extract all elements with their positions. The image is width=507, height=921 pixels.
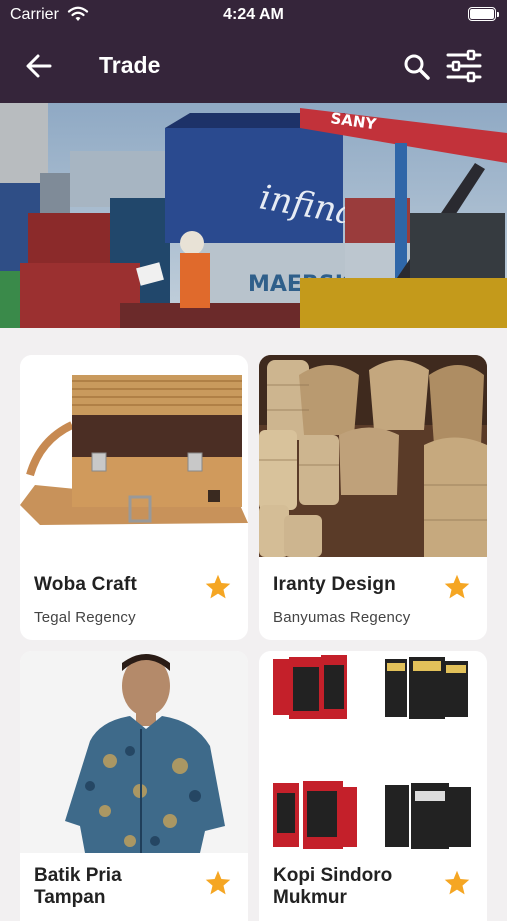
card-title: Woba Craft	[34, 574, 137, 595]
clock: 4:24 AM	[223, 6, 284, 23]
product-card-batik-pria-tampan[interactable]: Batik Pria Tampan	[20, 651, 248, 921]
product-image-batik-shirt	[20, 651, 248, 853]
status-bar: Carrier 4:24 AM	[0, 0, 507, 30]
star-icon[interactable]	[443, 869, 471, 897]
star-icon[interactable]	[443, 573, 471, 601]
product-image-bamboo-baskets	[259, 355, 487, 557]
app-header: Carrier 4:24 AM Trade	[0, 0, 507, 103]
star-icon[interactable]	[204, 573, 232, 601]
product-card-kopi-sindoro-mukmur[interactable]: Kopi Sindoro Mukmur	[259, 651, 487, 921]
hero-banner-image: infinay MAERSK SANY	[0, 103, 507, 328]
product-card-woba-craft[interactable]: Woba Craft Tegal Regency	[20, 355, 248, 640]
card-title: Iranty Design	[273, 574, 396, 595]
card-title: Batik Pria Tampan	[34, 865, 122, 908]
page-title: Trade	[99, 52, 161, 78]
product-card-iranty-design[interactable]: Iranty Design Banyumas Regency	[259, 355, 487, 640]
card-region: Banyumas Regency	[273, 609, 411, 626]
search-icon[interactable]	[402, 52, 432, 80]
star-icon[interactable]	[204, 869, 232, 897]
product-image-leather-bag	[20, 355, 248, 557]
card-title: Kopi Sindoro Mukmur	[273, 865, 393, 908]
product-image-coffee-packs	[259, 651, 487, 853]
back-arrow-icon[interactable]	[24, 52, 54, 80]
battery-icon	[468, 7, 499, 21]
filter-sliders-icon[interactable]	[445, 49, 483, 83]
card-region: Tegal Regency	[34, 609, 136, 626]
